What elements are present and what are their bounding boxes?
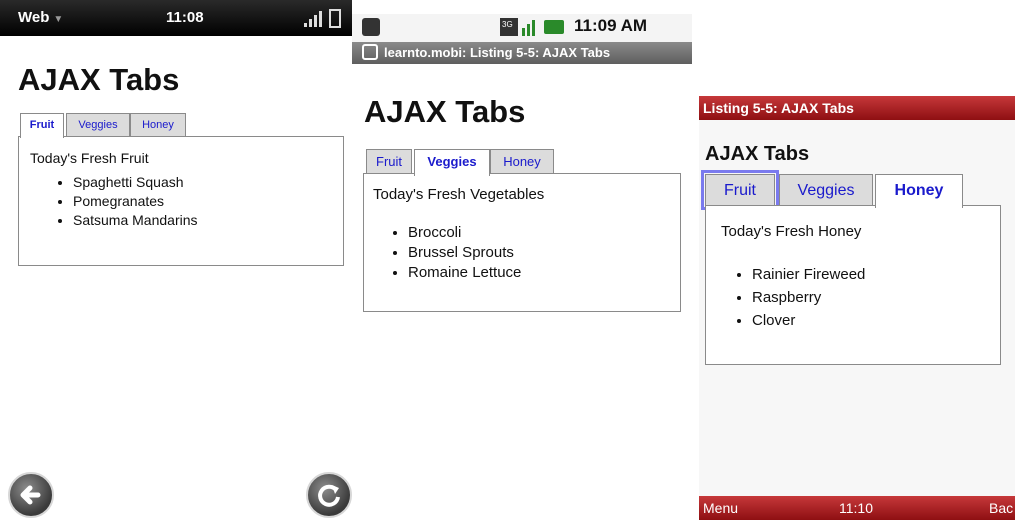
svg-text:3G: 3G [502, 20, 513, 29]
list-item: Satsuma Mandarins [73, 211, 198, 230]
list-item: Rainier Fireweed [752, 263, 865, 286]
android-browser-panel: 3G 11:09 AM learnto.mobi: Listing 5-5: A… [352, 0, 692, 520]
page-title: AJAX Tabs [364, 94, 526, 129]
battery-icon [544, 20, 564, 34]
app-menu[interactable]: Web ▼ [18, 9, 63, 26]
item-list: Broccoli Brussel Sprouts Romaine Lettuce [364, 223, 521, 283]
list-item: Romaine Lettuce [408, 263, 521, 283]
tab-honey[interactable]: Honey [875, 174, 963, 208]
list-item: Clover [752, 309, 865, 332]
content-heading: Today's Fresh Vegetables [373, 186, 545, 203]
page-title: AJAX Tabs [18, 62, 180, 97]
network-icon: 3G [500, 18, 564, 36]
status-bar: 3G 11:09 AM [352, 14, 692, 42]
bottom-bar: Menu 11:10 Bac [699, 496, 1015, 520]
tab-veggies[interactable]: Veggies [779, 174, 873, 206]
status-bar: Web ▼ 11:08 [0, 0, 352, 36]
signal-icon [304, 9, 341, 28]
tab-fruit[interactable]: Fruit [20, 113, 64, 138]
list-item: Spaghetti Squash [73, 173, 198, 192]
list-item: Brussel Sprouts [408, 243, 521, 263]
browser-title-bar: Listing 5-5: AJAX Tabs [699, 96, 1015, 120]
item-list: Rainier Fireweed Raspberry Clover [706, 263, 865, 332]
list-item: Broccoli [408, 223, 521, 243]
tab-fruit[interactable]: Fruit [366, 149, 412, 174]
status-time: 11:09 AM [574, 16, 648, 35]
reload-button[interactable] [306, 472, 352, 518]
webos-browser-panel: Web ▼ 11:08 AJAX Tabs Fruit Veggies Honey… [0, 0, 352, 520]
content-heading: Today's Fresh Fruit [30, 150, 149, 166]
tab-honey[interactable]: Honey [490, 149, 554, 174]
tab-fruit[interactable]: Fruit [701, 170, 779, 210]
notification-icon [362, 18, 380, 36]
back-button[interactable] [8, 472, 54, 518]
tab-veggies[interactable]: Veggies [414, 149, 490, 176]
item-list: Spaghetti Squash Pomegranates Satsuma Ma… [19, 173, 198, 230]
tab-veggies[interactable]: Veggies [66, 113, 130, 136]
battery-icon [329, 9, 341, 28]
reload-icon [318, 484, 340, 507]
content-heading: Today's Fresh Honey [721, 223, 862, 240]
back-icon [20, 485, 41, 505]
menu-button[interactable]: Menu [703, 496, 738, 520]
tab-honey[interactable]: Honey [130, 113, 186, 136]
tab-content: Today's Fresh Fruit Spaghetti Squash Pom… [18, 136, 344, 266]
blackberry-browser-panel: Listing 5-5: AJAX Tabs AJAX Tabs Fruit V… [692, 0, 1015, 520]
page-icon [362, 44, 378, 60]
list-item: Pomegranates [73, 192, 198, 211]
status-time: 11:08 [166, 9, 204, 26]
back-button[interactable]: Bac [989, 496, 1013, 520]
page-title: AJAX Tabs [705, 143, 810, 165]
tab-content: Today's Fresh Honey Rainier Fireweed Ras… [705, 205, 1001, 365]
tab-content: Today's Fresh Vegetables Broccoli Brusse… [363, 173, 681, 312]
list-item: Raspberry [752, 286, 865, 309]
browser-title-bar: learnto.mobi: Listing 5-5: AJAX Tabs [352, 42, 692, 64]
chevron-down-icon: ▼ [53, 14, 64, 25]
status-time: 11:10 [839, 500, 873, 516]
